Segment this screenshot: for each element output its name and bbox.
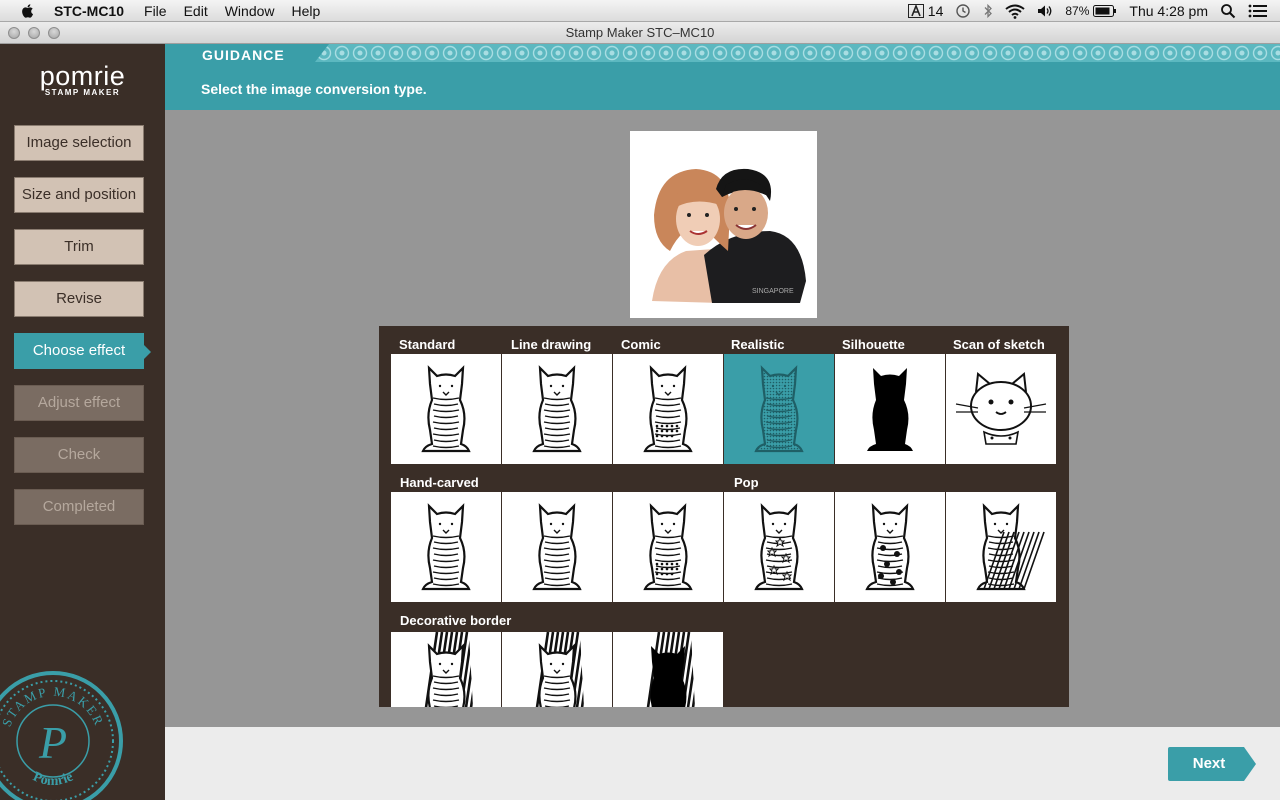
effect-scan-of-sketch[interactable] — [946, 354, 1056, 464]
cat-preview-image — [976, 503, 1045, 591]
step-trim[interactable]: Trim — [14, 229, 144, 265]
cat-preview-image — [754, 365, 804, 453]
cat-preview-image — [421, 503, 471, 591]
effect-label-pop: Pop — [734, 475, 759, 490]
menu-help[interactable]: Help — [292, 3, 321, 19]
effect-pop-1[interactable] — [724, 492, 834, 602]
guidance-decorative-pattern — [315, 44, 1280, 62]
effect-comic[interactable] — [613, 354, 723, 464]
close-window-button[interactable] — [8, 27, 20, 39]
effect-selection-panel: Standard Line drawing Comic Realistic Si… — [379, 326, 1069, 707]
effect-hand-carved-1[interactable] — [391, 492, 501, 602]
svg-text:SINGAPORE: SINGAPORE — [752, 288, 794, 295]
cat-preview-image — [867, 368, 913, 451]
cat-preview-image — [955, 372, 1047, 445]
notification-center-icon[interactable] — [1248, 3, 1268, 19]
image-preview: SINGAPORE — [630, 131, 817, 318]
step-revise[interactable]: Revise — [14, 281, 144, 317]
step-choose-effect[interactable]: Choose effect — [14, 333, 151, 369]
step-check: Check — [14, 437, 144, 473]
effect-label-comic: Comic — [621, 337, 661, 352]
guidance-tab: GUIDANCE — [165, 44, 315, 66]
battery-percent: 87% — [1065, 4, 1090, 18]
effect-decorative-border-3[interactable] — [613, 632, 723, 707]
stamp-maker-seal-logo: STAMP MAKER P Pomrie — [0, 671, 123, 800]
apple-icon[interactable] — [20, 3, 36, 19]
guidance-message: Select the image conversion type. — [201, 81, 427, 97]
effect-decorative-border-1[interactable] — [391, 632, 501, 707]
menu-edit[interactable]: Edit — [184, 3, 208, 19]
menu-bar: STC-MC10 File Edit Window Help 14 87% Th… — [0, 0, 1280, 22]
step-size-and-position[interactable]: Size and position — [14, 177, 144, 213]
effect-standard[interactable] — [391, 354, 501, 464]
volume-icon[interactable] — [1037, 4, 1053, 18]
effect-hand-carved-3[interactable] — [613, 492, 723, 602]
pomrie-logo: pomrie STAMP MAKER — [0, 62, 165, 97]
next-button-label: Next — [1192, 755, 1226, 772]
effect-label-decorative-border: Decorative border — [400, 613, 512, 628]
effect-silhouette[interactable] — [835, 354, 945, 464]
cat-preview-image — [528, 632, 586, 707]
effect-line-drawing[interactable] — [502, 354, 612, 464]
effect-label-line-drawing: Line drawing — [511, 337, 592, 352]
battery-status[interactable]: 87% — [1065, 4, 1117, 18]
step-adjust-effect: Adjust effect — [14, 385, 144, 421]
cat-preview-image — [532, 365, 582, 453]
app-menu[interactable]: STC-MC10 — [54, 3, 124, 19]
spotlight-search-icon[interactable] — [1220, 3, 1236, 19]
minimize-window-button[interactable] — [28, 27, 40, 39]
svg-text:P: P — [38, 717, 67, 768]
content-area: SINGAPORE Standard Line drawing Comic Re… — [165, 110, 1280, 727]
zoom-window-button[interactable] — [48, 27, 60, 39]
menu-window[interactable]: Window — [225, 3, 275, 19]
logo-brand: pomrie — [39, 61, 126, 91]
wifi-icon[interactable] — [1005, 4, 1025, 19]
effect-label-scan-of-sketch: Scan of sketch — [953, 337, 1045, 352]
effect-label-realistic: Realistic — [731, 337, 785, 352]
effect-label-hand-carved: Hand-carved — [400, 475, 479, 490]
battery-icon — [1093, 5, 1117, 17]
clock[interactable]: Thu 4:28 pm — [1129, 3, 1208, 19]
effect-label-silhouette: Silhouette — [842, 337, 905, 352]
menu-file[interactable]: File — [144, 3, 167, 19]
adobe-status[interactable]: 14 — [907, 3, 944, 19]
window-title: Stamp Maker STC–MC10 — [565, 25, 715, 40]
bluetooth-icon[interactable] — [983, 3, 993, 19]
couple-photo-preview: SINGAPORE — [652, 168, 806, 303]
cat-preview-image — [754, 503, 804, 591]
next-button[interactable]: Next — [1168, 747, 1256, 781]
sidebar: pomrie STAMP MAKER Image selection Size … — [0, 44, 165, 800]
effect-pop-2[interactable] — [835, 492, 945, 602]
cat-preview-image — [532, 503, 582, 591]
cat-preview-image — [639, 632, 697, 707]
effect-decorative-border-2[interactable] — [502, 632, 612, 707]
time-machine-icon[interactable] — [955, 3, 971, 19]
cat-preview-image — [417, 632, 475, 707]
effect-pop-3[interactable] — [946, 492, 1056, 602]
adobe-icon — [907, 4, 924, 18]
svg-text:Pomrie: Pomrie — [30, 770, 75, 789]
logo-subtitle: STAMP MAKER — [44, 88, 121, 97]
cat-preview-image — [421, 365, 471, 453]
step-completed: Completed — [14, 489, 144, 525]
guidance-panel: GUIDANCE Select the image conversion typ… — [165, 44, 1280, 110]
effect-hand-carved-2[interactable] — [502, 492, 612, 602]
effect-label-standard: Standard — [399, 337, 456, 352]
effect-realistic[interactable] — [724, 354, 834, 464]
adobe-count: 14 — [927, 3, 944, 19]
cat-preview-image — [643, 503, 693, 591]
cat-preview-image — [643, 365, 693, 453]
window-title-bar: Stamp Maker STC–MC10 — [0, 22, 1280, 44]
footer-bar: Next — [165, 727, 1280, 800]
step-image-selection[interactable]: Image selection — [14, 125, 144, 161]
cat-preview-image — [865, 503, 915, 591]
